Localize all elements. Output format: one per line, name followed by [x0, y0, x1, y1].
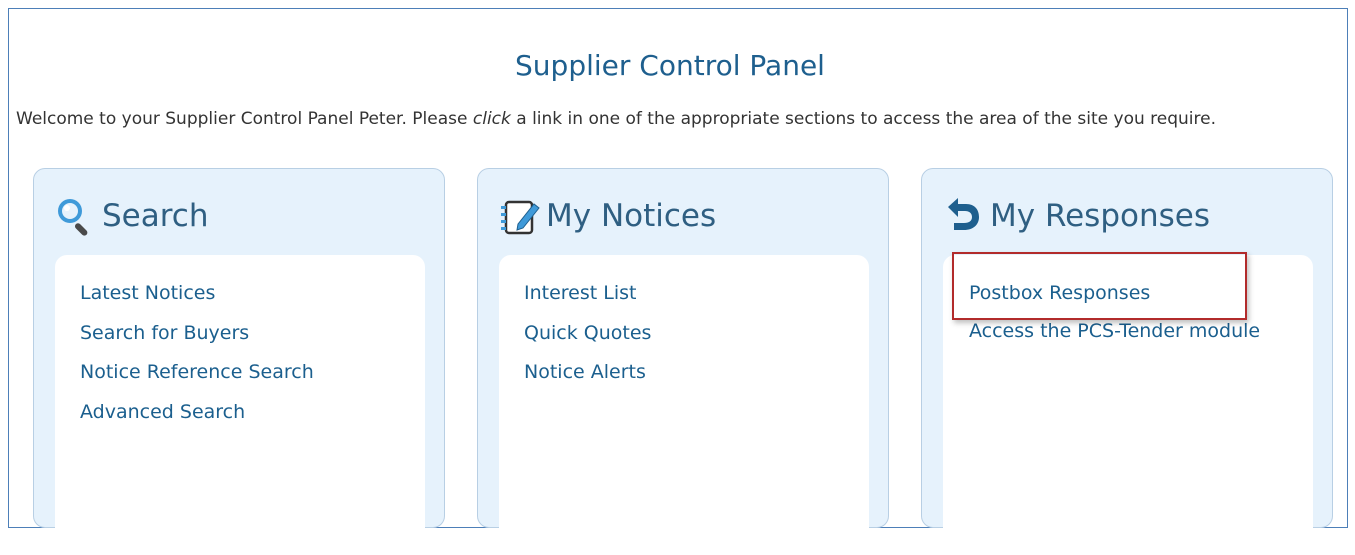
- welcome-text-emphasis: click: [472, 109, 511, 129]
- welcome-text-start: Welcome to your Supplier Control Panel P…: [16, 109, 473, 129]
- search-panel-body: Latest Notices Search for Buyers Notice …: [55, 255, 425, 555]
- search-panel-title: Search: [102, 198, 209, 234]
- quick-quotes-link[interactable]: Quick Quotes: [524, 322, 651, 344]
- my-responses-links: Postbox Responses Access the PCS-Tender …: [969, 282, 1260, 358]
- search-links: Latest Notices Search for Buyers Notice …: [80, 282, 314, 440]
- my-responses-panel: My Responses Postbox Responses Access th…: [921, 168, 1333, 555]
- search-for-buyers-link[interactable]: Search for Buyers: [80, 322, 249, 344]
- my-notices-panel: My Notices Interest List Quick Quotes No…: [477, 168, 889, 555]
- my-notices-panel-header: My Notices: [498, 191, 716, 241]
- list-item: Latest Notices: [80, 282, 314, 322]
- my-responses-panel-title: My Responses: [990, 198, 1210, 234]
- list-item: Quick Quotes: [524, 322, 651, 362]
- notice-reference-search-link[interactable]: Notice Reference Search: [80, 361, 314, 383]
- latest-notices-link[interactable]: Latest Notices: [80, 282, 215, 304]
- page-title: Supplier Control Panel: [515, 48, 825, 82]
- list-item: Interest List: [524, 282, 651, 322]
- my-notices-panel-title: My Notices: [546, 198, 717, 234]
- search-panel-header: Search: [54, 191, 209, 241]
- list-item: Notice Alerts: [524, 361, 651, 401]
- list-item: Notice Reference Search: [80, 361, 314, 401]
- my-notices-links: Interest List Quick Quotes Notice Alerts: [524, 282, 651, 401]
- postbox-responses-link[interactable]: Postbox Responses: [969, 282, 1150, 304]
- reply-arrow-icon: [948, 198, 979, 230]
- advanced-search-link[interactable]: Advanced Search: [80, 401, 245, 423]
- welcome-text-end: a link in one of the appropriate section…: [510, 109, 1216, 129]
- list-item: Search for Buyers: [80, 322, 314, 362]
- search-panel: Search Latest Notices Search for Buyers …: [33, 168, 445, 555]
- notice-alerts-link[interactable]: Notice Alerts: [524, 361, 646, 383]
- my-notices-panel-body: Interest List Quick Quotes Notice Alerts: [499, 255, 869, 555]
- list-item: Advanced Search: [80, 401, 314, 441]
- interest-list-link[interactable]: Interest List: [524, 282, 636, 304]
- notice-edit-icon: [501, 200, 540, 235]
- list-item: Postbox Responses: [969, 282, 1260, 320]
- my-responses-panel-header: My Responses: [942, 191, 1210, 241]
- welcome-message: Welcome to your Supplier Control Panel P…: [16, 107, 1336, 131]
- my-responses-panel-body: Postbox Responses Access the PCS-Tender …: [943, 255, 1313, 555]
- list-item: Access the PCS-Tender module: [969, 320, 1260, 358]
- pcs-tender-module-link[interactable]: Access the PCS-Tender module: [969, 320, 1260, 342]
- search-icon: [58, 199, 88, 236]
